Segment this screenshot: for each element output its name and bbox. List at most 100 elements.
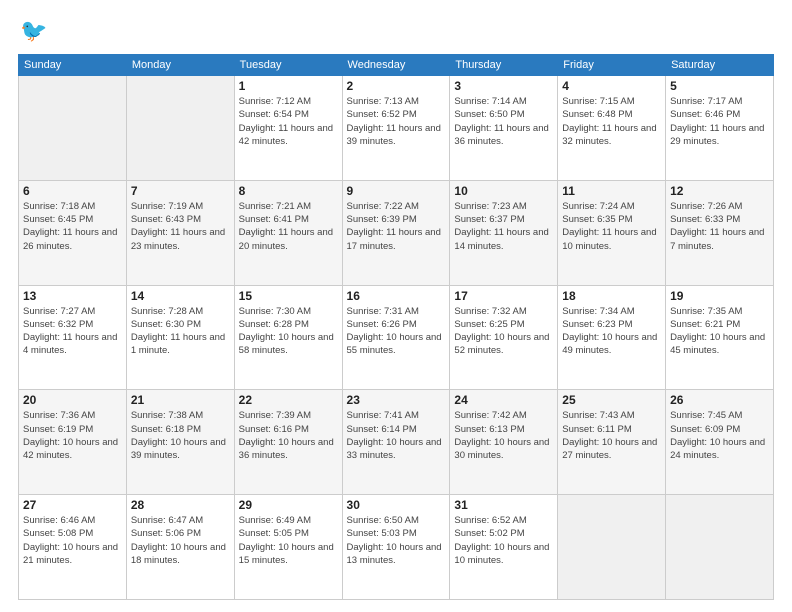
day-number: 19	[670, 289, 769, 303]
calendar-cell: 29 Sunrise: 6:49 AM Sunset: 5:05 PM Dayli…	[234, 495, 342, 600]
day-number: 20	[23, 393, 122, 407]
day-number: 15	[239, 289, 338, 303]
day-number: 23	[347, 393, 446, 407]
calendar-cell: 30Sunrise: 6:50 AM Sunset: 5:03 PM Dayli…	[342, 495, 450, 600]
calendar-week-row: 20 Sunrise: 7:36 AM Sunset: 6:19 PM Dayli…	[19, 390, 774, 495]
calendar-cell: 23 Sunrise: 7:41 AM Sunset: 6:14 PM Dayli…	[342, 390, 450, 495]
day-info: Sunrise: 7:43 AM Sunset: 6:11 PM Dayligh…	[562, 409, 661, 462]
page: 🐦 SundayMondayTuesdayWednesdayThursdayFr…	[0, 0, 792, 612]
day-info: Sunrise: 7:45 AM Sunset: 6:09 PM Dayligh…	[670, 409, 769, 462]
day-number: 18	[562, 289, 661, 303]
calendar-week-row: 13 Sunrise: 7:27 AM Sunset: 6:32 PM Dayli…	[19, 285, 774, 390]
day-info: Sunrise: 6:52 AM Sunset: 5:02 PM Dayligh…	[454, 514, 553, 567]
day-info: Sunrise: 7:32 AM Sunset: 6:25 PM Dayligh…	[454, 305, 553, 358]
day-number: 7	[131, 184, 230, 198]
calendar-week-row: 1 Sunrise: 7:12 AM Sunset: 6:54 PM Daylig…	[19, 76, 774, 181]
calendar-cell: 3Sunrise: 7:14 AM Sunset: 6:50 PM Daylig…	[450, 76, 558, 181]
day-info: Sunrise: 7:31 AM Sunset: 6:26 PM Dayligh…	[347, 305, 446, 358]
day-info: Sunrise: 7:23 AM Sunset: 6:37 PM Dayligh…	[454, 200, 553, 253]
calendar-cell: 4 Sunrise: 7:15 AM Sunset: 6:48 PM Daylig…	[558, 76, 666, 181]
weekday-header-saturday: Saturday	[666, 55, 774, 76]
calendar-cell: 8 Sunrise: 7:21 AM Sunset: 6:41 PM Daylig…	[234, 180, 342, 285]
day-info: Sunrise: 6:46 AM Sunset: 5:08 PM Dayligh…	[23, 514, 122, 567]
day-number: 12	[670, 184, 769, 198]
calendar-cell: 16 Sunrise: 7:31 AM Sunset: 6:26 PM Dayli…	[342, 285, 450, 390]
weekday-header-friday: Friday	[558, 55, 666, 76]
calendar-cell: 27 Sunrise: 6:46 AM Sunset: 5:08 PM Dayli…	[19, 495, 127, 600]
day-info: Sunrise: 7:36 AM Sunset: 6:19 PM Dayligh…	[23, 409, 122, 462]
day-info: Sunrise: 7:35 AM Sunset: 6:21 PM Dayligh…	[670, 305, 769, 358]
calendar-cell: 7 Sunrise: 7:19 AM Sunset: 6:43 PM Daylig…	[126, 180, 234, 285]
day-number: 1	[239, 79, 338, 93]
calendar-cell	[558, 495, 666, 600]
day-number: 17	[454, 289, 553, 303]
calendar-cell	[666, 495, 774, 600]
day-info: Sunrise: 6:47 AM Sunset: 5:06 PM Dayligh…	[131, 514, 230, 567]
day-info: Sunrise: 7:27 AM Sunset: 6:32 PM Dayligh…	[23, 305, 122, 358]
day-number: 25	[562, 393, 661, 407]
weekday-header-row: SundayMondayTuesdayWednesdayThursdayFrid…	[19, 55, 774, 76]
day-info: Sunrise: 7:18 AM Sunset: 6:45 PM Dayligh…	[23, 200, 122, 253]
day-number: 10	[454, 184, 553, 198]
day-info: Sunrise: 7:13 AM Sunset: 6:52 PM Dayligh…	[347, 95, 446, 148]
header: 🐦	[18, 18, 774, 44]
day-number: 30	[347, 498, 446, 512]
day-number: 3	[454, 79, 553, 93]
day-info: Sunrise: 7:34 AM Sunset: 6:23 PM Dayligh…	[562, 305, 661, 358]
day-number: 13	[23, 289, 122, 303]
calendar-cell	[126, 76, 234, 181]
day-info: Sunrise: 7:39 AM Sunset: 6:16 PM Dayligh…	[239, 409, 338, 462]
day-number: 28	[131, 498, 230, 512]
day-number: 8	[239, 184, 338, 198]
day-info: Sunrise: 7:21 AM Sunset: 6:41 PM Dayligh…	[239, 200, 338, 253]
calendar-week-row: 27 Sunrise: 6:46 AM Sunset: 5:08 PM Dayli…	[19, 495, 774, 600]
calendar-cell: 18 Sunrise: 7:34 AM Sunset: 6:23 PM Dayli…	[558, 285, 666, 390]
day-number: 29	[239, 498, 338, 512]
logo: 🐦	[18, 18, 47, 44]
calendar-cell: 31 Sunrise: 6:52 AM Sunset: 5:02 PM Dayli…	[450, 495, 558, 600]
day-number: 31	[454, 498, 553, 512]
day-number: 4	[562, 79, 661, 93]
day-number: 6	[23, 184, 122, 198]
day-number: 11	[562, 184, 661, 198]
weekday-header-tuesday: Tuesday	[234, 55, 342, 76]
weekday-header-thursday: Thursday	[450, 55, 558, 76]
calendar-cell: 5 Sunrise: 7:17 AM Sunset: 6:46 PM Daylig…	[666, 76, 774, 181]
calendar-cell: 13 Sunrise: 7:27 AM Sunset: 6:32 PM Dayli…	[19, 285, 127, 390]
calendar-cell: 9 Sunrise: 7:22 AM Sunset: 6:39 PM Daylig…	[342, 180, 450, 285]
calendar-cell: 1 Sunrise: 7:12 AM Sunset: 6:54 PM Daylig…	[234, 76, 342, 181]
calendar-cell: 14 Sunrise: 7:28 AM Sunset: 6:30 PM Dayli…	[126, 285, 234, 390]
calendar-cell: 11Sunrise: 7:24 AM Sunset: 6:35 PM Dayli…	[558, 180, 666, 285]
calendar-cell: 2Sunrise: 7:13 AM Sunset: 6:52 PM Daylig…	[342, 76, 450, 181]
day-number: 27	[23, 498, 122, 512]
day-number: 5	[670, 79, 769, 93]
day-info: Sunrise: 6:49 AM Sunset: 5:05 PM Dayligh…	[239, 514, 338, 567]
day-info: Sunrise: 7:12 AM Sunset: 6:54 PM Dayligh…	[239, 95, 338, 148]
day-info: Sunrise: 7:26 AM Sunset: 6:33 PM Dayligh…	[670, 200, 769, 253]
day-info: Sunrise: 7:17 AM Sunset: 6:46 PM Dayligh…	[670, 95, 769, 148]
day-number: 14	[131, 289, 230, 303]
calendar-cell: 19 Sunrise: 7:35 AM Sunset: 6:21 PM Dayli…	[666, 285, 774, 390]
day-number: 26	[670, 393, 769, 407]
day-number: 16	[347, 289, 446, 303]
day-info: Sunrise: 7:15 AM Sunset: 6:48 PM Dayligh…	[562, 95, 661, 148]
day-info: Sunrise: 7:41 AM Sunset: 6:14 PM Dayligh…	[347, 409, 446, 462]
day-info: Sunrise: 7:38 AM Sunset: 6:18 PM Dayligh…	[131, 409, 230, 462]
calendar-cell: 25 Sunrise: 7:43 AM Sunset: 6:11 PM Dayli…	[558, 390, 666, 495]
day-number: 21	[131, 393, 230, 407]
day-info: Sunrise: 7:19 AM Sunset: 6:43 PM Dayligh…	[131, 200, 230, 253]
calendar-cell: 10 Sunrise: 7:23 AM Sunset: 6:37 PM Dayli…	[450, 180, 558, 285]
weekday-header-sunday: Sunday	[19, 55, 127, 76]
calendar-cell: 15Sunrise: 7:30 AM Sunset: 6:28 PM Dayli…	[234, 285, 342, 390]
day-number: 9	[347, 184, 446, 198]
calendar-table: SundayMondayTuesdayWednesdayThursdayFrid…	[18, 54, 774, 600]
calendar-cell: 17 Sunrise: 7:32 AM Sunset: 6:25 PM Dayli…	[450, 285, 558, 390]
calendar-cell: 22 Sunrise: 7:39 AM Sunset: 6:16 PM Dayli…	[234, 390, 342, 495]
day-info: Sunrise: 7:22 AM Sunset: 6:39 PM Dayligh…	[347, 200, 446, 253]
day-number: 24	[454, 393, 553, 407]
calendar-week-row: 6 Sunrise: 7:18 AM Sunset: 6:45 PM Daylig…	[19, 180, 774, 285]
calendar-cell: 12 Sunrise: 7:26 AM Sunset: 6:33 PM Dayli…	[666, 180, 774, 285]
calendar-cell: 28 Sunrise: 6:47 AM Sunset: 5:06 PM Dayli…	[126, 495, 234, 600]
day-info: Sunrise: 7:28 AM Sunset: 6:30 PM Dayligh…	[131, 305, 230, 358]
day-number: 22	[239, 393, 338, 407]
